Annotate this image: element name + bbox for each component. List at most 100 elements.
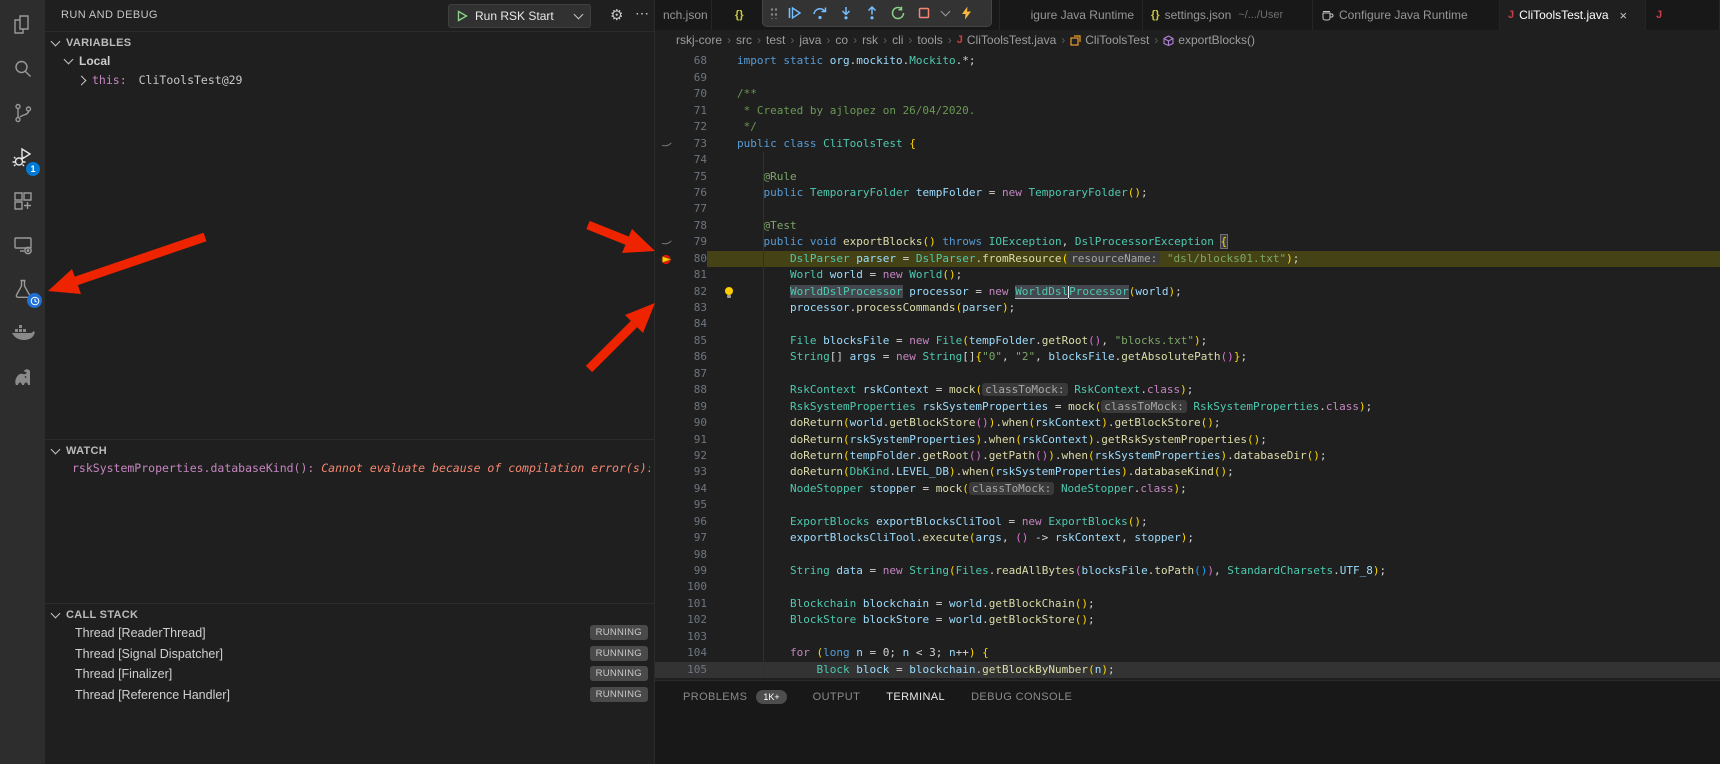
code-line[interactable]: 105 Block block = blockchain.getBlockByN… <box>655 662 1720 678</box>
code-line[interactable]: )79 public void exportBlocks() throws IO… <box>655 234 1720 250</box>
line-number[interactable]: 82 <box>679 284 707 300</box>
line-number[interactable]: 69 <box>679 70 707 86</box>
line-number[interactable]: 95 <box>679 497 707 513</box>
code-line[interactable]: 72 */ <box>655 119 1720 135</box>
code-line[interactable]: 93 doReturn(DbKind.LEVEL_DB).when(rskSys… <box>655 464 1720 480</box>
code-line[interactable]: 78 @Test <box>655 218 1720 234</box>
remote-explorer-icon[interactable] <box>0 228 45 262</box>
code-line[interactable]: 90 doReturn(world.getBlockStore()).when(… <box>655 415 1720 431</box>
run-configuration-dropdown[interactable]: Run RSK Start <box>448 4 591 28</box>
line-number[interactable]: 84 <box>679 316 707 332</box>
line-number[interactable]: 68 <box>679 53 707 69</box>
line-number[interactable]: 86 <box>679 349 707 365</box>
line-number[interactable]: 99 <box>679 563 707 579</box>
line-number[interactable]: 97 <box>679 530 707 546</box>
breadcrumb-item[interactable]: cli <box>892 33 903 47</box>
line-number[interactable]: 83 <box>679 300 707 316</box>
call-stack-thread-row[interactable]: Thread [ReaderThread]RUNNING <box>45 623 654 644</box>
breadcrumb-item[interactable]: java <box>799 33 821 47</box>
stop-dropdown-chevron-icon[interactable] <box>940 3 950 23</box>
code-line[interactable]: 74 <box>655 152 1720 168</box>
code-line[interactable]: 85 File blocksFile = new File(tempFolder… <box>655 333 1720 349</box>
extensions-icon[interactable] <box>0 184 45 218</box>
code-line[interactable]: 86 String[] args = new String[]{"0", "2"… <box>655 349 1720 365</box>
line-number[interactable]: 73 <box>679 136 707 152</box>
panel-tab-problems[interactable]: PROBLEMS1K+ <box>683 690 787 704</box>
call-stack-thread-row[interactable]: Thread [Finalizer]RUNNING <box>45 664 654 685</box>
tab-launch-json[interactable]: nch.json <box>655 0 712 30</box>
fold-icon[interactable]: ) <box>658 140 676 151</box>
code-line[interactable]: )73public class CliToolsTest { <box>655 136 1720 152</box>
breadcrumb-item[interactable]: test <box>766 33 785 47</box>
code-line[interactable]: 75 @Rule <box>655 169 1720 185</box>
line-number[interactable]: 80 <box>679 251 707 267</box>
line-number[interactable]: 100 <box>679 579 707 595</box>
line-number[interactable]: 76 <box>679 185 707 201</box>
line-number[interactable]: 101 <box>679 596 707 612</box>
tab-settings-json[interactable]: {} settings.json ~/.../User <box>1143 0 1313 30</box>
breadcrumb-item[interactable]: rskj-core <box>676 33 722 47</box>
variables-scope-local[interactable]: Local <box>45 52 654 70</box>
docker-icon[interactable] <box>0 316 45 350</box>
tab-clitoolstest-java[interactable]: J CliToolsTest.java × <box>1500 0 1646 30</box>
close-icon[interactable]: × <box>1620 8 1628 23</box>
tab-configure-java-runtime[interactable]: Configure Java Runtime <box>1313 0 1500 30</box>
panel-tab-terminal[interactable]: TERMINAL <box>886 691 945 703</box>
breadcrumb-item[interactable]: tools <box>917 33 942 47</box>
code-line[interactable]: 103 <box>655 629 1720 645</box>
code-line[interactable]: 83 processor.processCommands(parser); <box>655 300 1720 316</box>
code-line[interactable]: 81 World world = new World(); <box>655 267 1720 283</box>
gear-icon[interactable]: ⚙ <box>610 6 623 24</box>
line-number[interactable]: 85 <box>679 333 707 349</box>
search-icon[interactable] <box>0 52 45 86</box>
code-line[interactable]: 68import static org.mockito.Mockito.*; <box>655 53 1720 69</box>
line-number[interactable]: 79 <box>679 234 707 250</box>
line-number[interactable]: 88 <box>679 382 707 398</box>
tab-configure-java-runtime-partial[interactable]: igure Java Runtime <box>1000 0 1143 30</box>
variable-row-this[interactable]: this: CliToolsTest@29 <box>45 71 654 89</box>
code-line[interactable]: 104 for (long n = 0; n < 3; n++) { <box>655 645 1720 661</box>
continue-icon[interactable] <box>784 3 804 23</box>
code-line[interactable]: 89 RskSystemProperties rskSystemProperti… <box>655 399 1720 415</box>
line-number[interactable]: 103 <box>679 629 707 645</box>
code-line[interactable]: 100 <box>655 579 1720 595</box>
breadcrumb-item[interactable]: co <box>835 33 848 47</box>
panel-tab-output[interactable]: OUTPUT <box>813 691 861 703</box>
testing-icon[interactable] <box>0 272 45 306</box>
panel-tab-debug-console[interactable]: DEBUG CONSOLE <box>971 691 1072 703</box>
code-line[interactable]: 92 doReturn(tempFolder.getRoot().getPath… <box>655 448 1720 464</box>
code-line[interactable]: 71 * Created by ajlopez on 26/04/2020. <box>655 103 1720 119</box>
call-stack-thread-row[interactable]: Thread [Reference Handler]RUNNING <box>45 685 654 706</box>
code-line[interactable]: 102 BlockStore blockStore = world.getBlo… <box>655 612 1720 628</box>
line-number[interactable]: 102 <box>679 612 707 628</box>
code-line[interactable]: 88 RskContext rskContext = mock(classToM… <box>655 382 1720 398</box>
code-line[interactable]: 69 <box>655 70 1720 86</box>
code-line[interactable]: 82 WorldDslProcessor processor = new Wor… <box>655 284 1720 300</box>
lightbulb-icon[interactable] <box>723 286 735 299</box>
source-control-icon[interactable] <box>0 96 45 130</box>
line-number[interactable]: 93 <box>679 464 707 480</box>
breadcrumb-item[interactable]: JCliToolsTest.java <box>957 33 1057 47</box>
code-line[interactable]: 77 <box>655 201 1720 217</box>
line-number[interactable]: 75 <box>679 169 707 185</box>
line-number[interactable]: 90 <box>679 415 707 431</box>
breakpoint-current-line-marker[interactable] <box>655 251 679 267</box>
breadcrumb-item[interactable]: src <box>736 33 752 47</box>
step-out-icon[interactable] <box>862 3 882 23</box>
watch-expression-row[interactable]: rskSystemProperties.databaseKind(): Cann… <box>72 461 650 478</box>
code-line[interactable]: 70/** <box>655 86 1720 102</box>
explorer-icon[interactable] <box>0 8 45 42</box>
line-number[interactable]: 91 <box>679 432 707 448</box>
code-line[interactable]: 99 String data = new String(Files.readAl… <box>655 563 1720 579</box>
code-line[interactable]: 95 <box>655 497 1720 513</box>
line-number[interactable]: 71 <box>679 103 707 119</box>
breakpoint-arrow-icon[interactable] <box>660 253 674 266</box>
code-line[interactable]: 97 exportBlocksCliTool.execute(args, () … <box>655 530 1720 546</box>
step-into-icon[interactable] <box>836 3 856 23</box>
line-number[interactable]: 87 <box>679 366 707 382</box>
line-number[interactable]: 104 <box>679 645 707 661</box>
code-line[interactable]: 94 NodeStopper stopper = mock(classToMoc… <box>655 481 1720 497</box>
watch-section-header[interactable]: WATCH <box>45 441 654 460</box>
gradle-icon[interactable] <box>0 360 45 394</box>
line-number[interactable]: 72 <box>679 119 707 135</box>
